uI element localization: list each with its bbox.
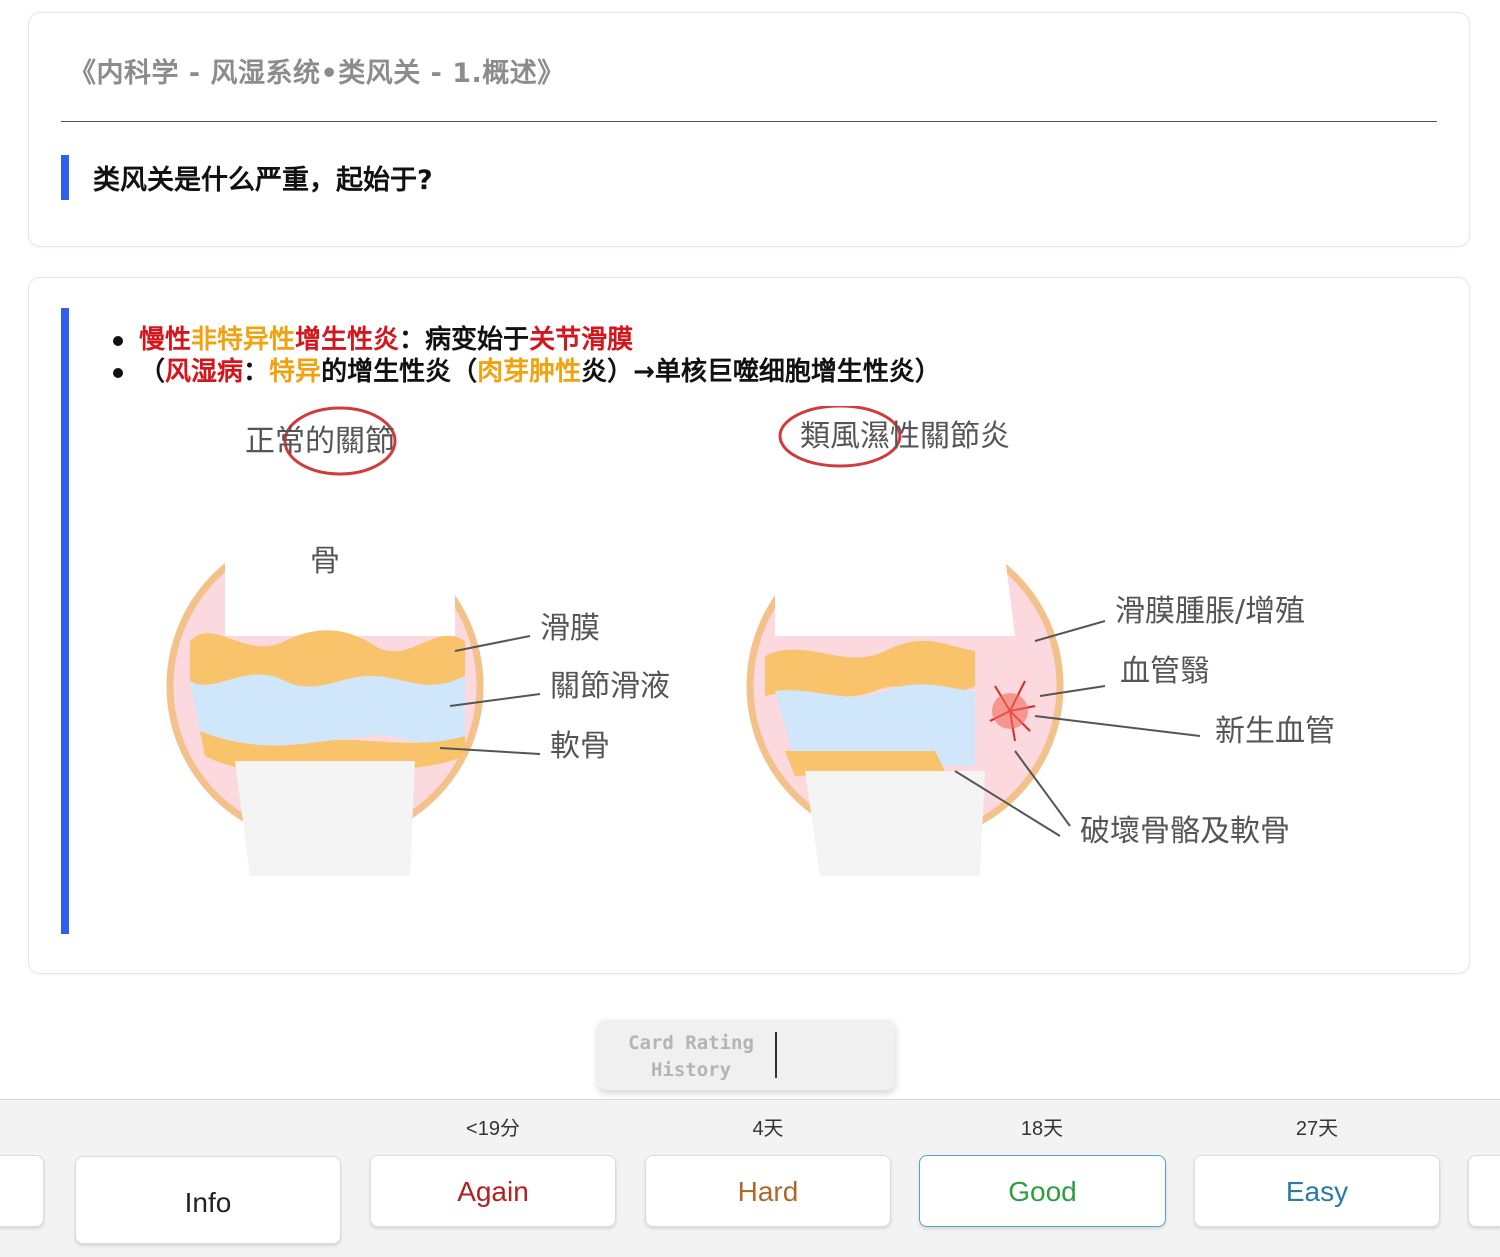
answer-list: 慢性非特异性增生性炎：病变始于关节滑膜 （风湿病：特异的增生性炎（肉芽肿性炎）→… xyxy=(113,324,941,388)
again-button[interactable]: Again xyxy=(370,1155,616,1227)
answer-card: 慢性非特异性增生性炎：病变始于关节滑膜 （风湿病：特异的增生性炎（肉芽肿性炎）→… xyxy=(28,277,1470,974)
question-accent-bar xyxy=(61,155,69,200)
label-cartilage: 軟骨 xyxy=(550,729,610,764)
answer-accent-bar xyxy=(61,308,69,934)
label-synovial-swelling: 滑膜腫脹/增殖 xyxy=(1115,594,1305,629)
ra-joint-illustration: 類風濕性關節炎 滑膜腫脹/增殖 血管翳 新生血管 破壞骨骼及軟骨 xyxy=(746,406,1335,876)
hard-button[interactable]: Hard xyxy=(645,1155,891,1227)
history-label-line: Card Rating xyxy=(628,1032,754,1054)
label-pannus: 血管翳 xyxy=(1120,654,1210,689)
answer-segment: 关节滑膜 xyxy=(529,325,634,355)
answer-segment: 炎）→单核巨噬细胞增生性炎） xyxy=(581,357,941,387)
info-button[interactable]: Info xyxy=(75,1156,341,1244)
answer-segment: 风湿病 xyxy=(165,357,244,387)
answer-segment: 增生性炎 xyxy=(295,325,400,355)
history-separator xyxy=(775,1032,777,1078)
edge-button-left[interactable] xyxy=(0,1155,44,1227)
answer-segment: 的增生性炎（ xyxy=(321,357,478,387)
easy-timing: 27天 xyxy=(1295,1118,1339,1140)
label-synovial-fluid: 關節滑液 xyxy=(550,669,670,704)
good-timing: 18天 xyxy=(1020,1118,1064,1140)
answer-segment: 非特异性 xyxy=(191,325,296,355)
answer-line-1: 慢性非特异性增生性炎：病变始于关节滑膜 xyxy=(113,324,941,356)
ra-joint-title: 類風濕性關節炎 xyxy=(800,419,1010,454)
history-label: Card Rating History xyxy=(616,1030,766,1084)
answer-segment: 慢性 xyxy=(139,325,192,355)
label-bone-destruction: 破壞骨骼及軟骨 xyxy=(1080,814,1290,849)
answer-segment: （ xyxy=(139,357,166,387)
answer-segment: ： xyxy=(243,357,270,387)
joint-diagram: 正常的關節 骨 滑膜 關節滑液 軟骨 類風濕性關節炎 滑膜腫脹/增殖 血管翳 新… xyxy=(166,406,1335,876)
easy-button[interactable]: Easy xyxy=(1194,1155,1440,1227)
answer-segment: 特异 xyxy=(269,357,322,387)
good-button[interactable]: Good xyxy=(919,1155,1166,1227)
deck-title: 《内科学 - 风湿系统•类风关 - 1.概述》 xyxy=(69,58,565,89)
label-synovium: 滑膜 xyxy=(540,611,600,646)
normal-joint-title: 正常的關節 xyxy=(245,424,395,459)
normal-joint-illustration: 正常的關節 骨 滑膜 關節滑液 軟骨 xyxy=(166,406,670,876)
label-bone: 骨 xyxy=(310,544,340,579)
question-text: 类风关是什么严重，起始于? xyxy=(93,165,433,196)
hard-timing: 4天 xyxy=(752,1118,784,1140)
divider xyxy=(61,121,1437,122)
answer-line-2: （风湿病：特异的增生性炎（肉芽肿性炎）→单核巨噬细胞增生性炎） xyxy=(113,356,941,388)
question-card: 《内科学 - 风湿系统•类风关 - 1.概述》 类风关是什么严重，起始于? xyxy=(28,12,1470,247)
answer-segment: ：病变始于 xyxy=(399,325,530,355)
history-label-line: History xyxy=(650,1059,732,1081)
edge-button-right[interactable] xyxy=(1468,1155,1500,1227)
again-timing: <19分 xyxy=(466,1118,520,1140)
label-new-vessels: 新生血管 xyxy=(1215,714,1335,749)
answer-segment: 肉芽肿性 xyxy=(477,357,582,387)
answer-button-bar: Info <19分 Again 4天 Hard 18天 Good 27天 Eas… xyxy=(0,1099,1500,1257)
card-rating-history[interactable]: Card Rating History xyxy=(598,1020,895,1090)
